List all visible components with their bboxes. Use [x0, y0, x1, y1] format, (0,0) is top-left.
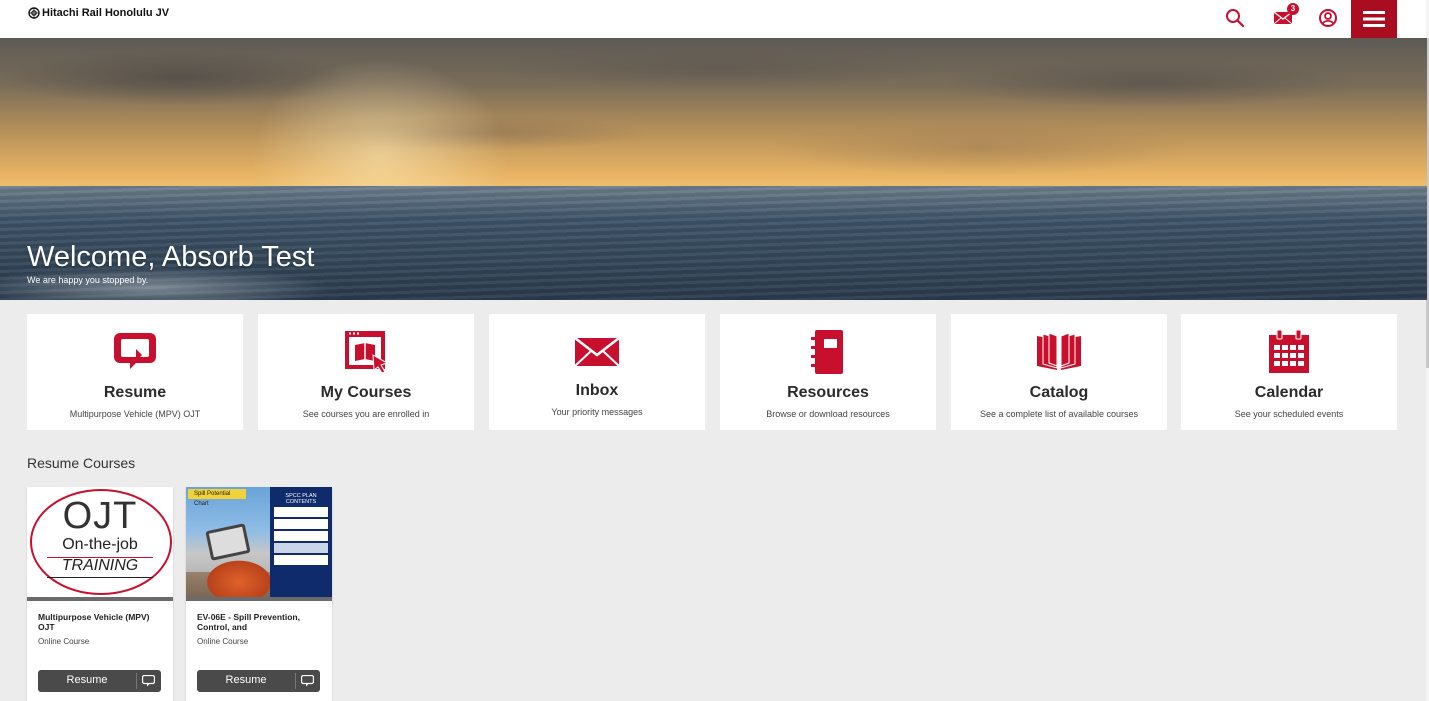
tile-inbox[interactable]: Inbox Your priority messages: [489, 314, 705, 430]
welcome-subtitle: We are happy you stopped by.: [27, 275, 149, 285]
tile-resume[interactable]: Resume Multipurpose Vehicle (MPV) OJT: [27, 314, 243, 430]
spill-chart-label: Spill Potential Chart: [188, 489, 246, 507]
tile-inbox-desc: Your priority messages: [551, 407, 643, 417]
ojt-thumb-line1: On-the-job: [62, 536, 138, 553]
resume-button-label: Resume: [225, 674, 267, 686]
tile-my-courses-desc: See courses you are enrolled in: [302, 409, 430, 419]
user-circle-icon[interactable]: [1316, 6, 1340, 30]
course-title[interactable]: Multipurpose Vehicle (MPV) OJT: [38, 612, 166, 632]
tile-catalog-desc: See a complete list of available courses: [979, 409, 1139, 419]
resume-courses-heading: Resume Courses: [27, 455, 136, 471]
course-thumbnail[interactable]: Spill Potential Chart SPCC PLAN CONTENTS: [186, 487, 332, 597]
ojt-thumb-line2: TRAINING: [61, 557, 139, 574]
hamburger-menu-icon: [1363, 11, 1385, 27]
tile-catalog-title: Catalog: [1029, 384, 1089, 401]
resume-button-label: Resume: [66, 674, 108, 686]
spcc-row: [274, 555, 328, 565]
calendar-icon: [1266, 329, 1312, 375]
spcc-panel: SPCC PLAN CONTENTS: [270, 487, 332, 597]
messages-button[interactable]: 3: [1271, 3, 1299, 30]
course-card[interactable]: OJT On-the-job TRAINING Multipurpose Veh…: [27, 487, 173, 701]
tile-resources-desc: Browse or download resources: [766, 409, 890, 419]
tile-resume-desc: Multipurpose Vehicle (MPV) OJT: [69, 409, 201, 419]
tile-calendar-title: Calendar: [1254, 384, 1324, 401]
spcc-row: [274, 543, 328, 553]
ojt-thumb-big-text: OJT: [62, 495, 138, 537]
course-title[interactable]: EV-06E - Spill Prevention, Control, and: [197, 612, 325, 632]
search-icon[interactable]: [1223, 6, 1247, 30]
tile-my-courses[interactable]: My Courses See courses you are enrolled …: [258, 314, 474, 430]
course-type: Online Course: [197, 637, 249, 646]
open-book-icon: [1036, 329, 1082, 375]
main-menu-button[interactable]: [1351, 0, 1397, 38]
resume-icon: [301, 675, 314, 687]
button-divider: [136, 673, 137, 689]
hero-banner: Welcome, Absorb Test We are happy you st…: [0, 38, 1427, 300]
my-courses-icon: [343, 329, 389, 375]
resume-icon: [112, 329, 158, 375]
spcc-panel-title: SPCC PLAN CONTENTS: [285, 493, 317, 505]
tile-inbox-title: Inbox: [575, 382, 619, 399]
spcc-row: [274, 531, 328, 541]
tile-resources[interactable]: Resources Browse or download resources: [720, 314, 936, 430]
spcc-row: [274, 519, 328, 529]
message-count-badge: 3: [1287, 3, 1299, 15]
notebook-icon: [805, 329, 851, 375]
course-thumbnail[interactable]: OJT On-the-job TRAINING: [27, 487, 173, 597]
resume-button[interactable]: Resume: [38, 670, 161, 692]
resume-icon: [142, 675, 155, 687]
button-divider: [295, 673, 296, 689]
top-bar: Hitachi Rail Honolulu JV 3: [0, 0, 1429, 38]
tile-my-courses-title: My Courses: [320, 384, 412, 401]
ojt-underline: [47, 577, 153, 578]
welcome-title: Welcome, Absorb Test: [27, 241, 315, 273]
spcc-row: [274, 507, 328, 517]
progress-bar: [27, 597, 173, 601]
tile-calendar-desc: See your scheduled events: [1234, 409, 1344, 419]
resume-button[interactable]: Resume: [197, 670, 320, 692]
tile-catalog[interactable]: Catalog See a complete list of available…: [951, 314, 1167, 430]
ojt-thumbnail-image: OJT On-the-job TRAINING: [27, 487, 173, 597]
course-card[interactable]: Spill Potential Chart SPCC PLAN CONTENTS…: [186, 487, 332, 701]
hero-clouds: [0, 38, 1427, 188]
progress-bar: [186, 597, 332, 601]
spill-thumbnail-image: Spill Potential Chart SPCC PLAN CONTENTS: [186, 487, 332, 597]
tile-resume-title: Resume: [103, 384, 167, 401]
hitachi-logo-icon: [28, 7, 40, 19]
envelope-icon: [574, 329, 620, 375]
course-type: Online Course: [38, 637, 90, 646]
brand-name: Hitachi Rail Honolulu JV: [42, 7, 170, 19]
tile-resources-title: Resources: [787, 384, 869, 401]
tile-calendar[interactable]: Calendar See your scheduled events: [1181, 314, 1397, 430]
brand[interactable]: Hitachi Rail Honolulu JV: [28, 7, 169, 19]
